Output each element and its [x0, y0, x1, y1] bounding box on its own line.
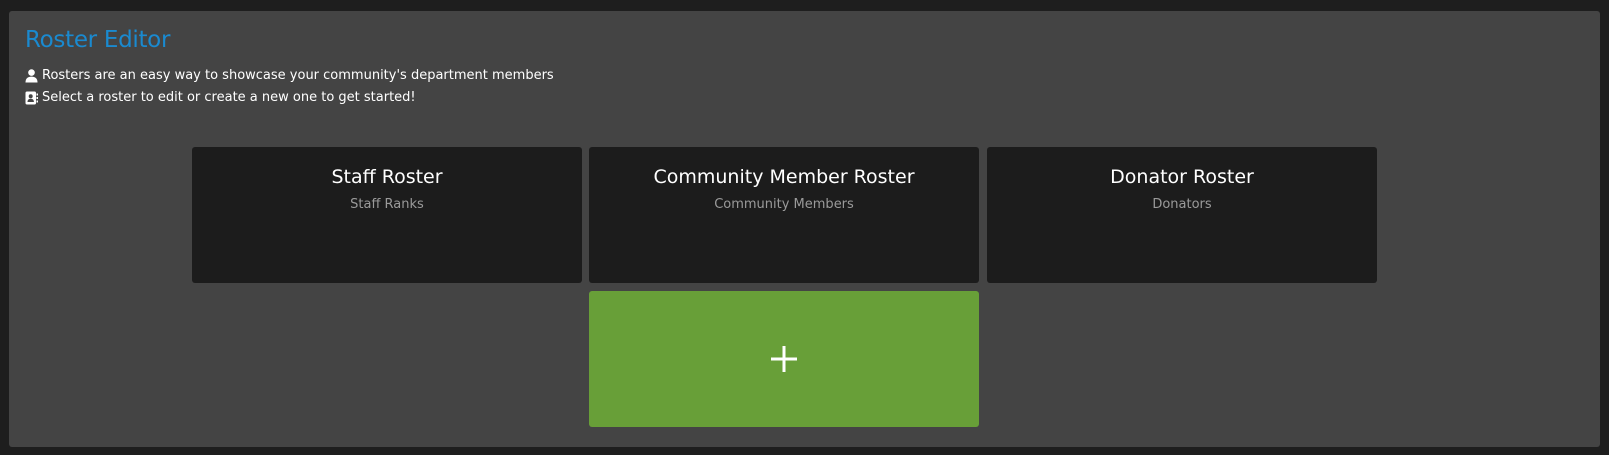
address-book-icon — [25, 91, 38, 105]
roster-subtitle: Staff Ranks — [350, 197, 424, 212]
roster-title: Community Member Roster — [653, 166, 915, 188]
info-line-rosters: Rosters are an easy way to showcase your… — [25, 68, 554, 83]
page-title: Roster Editor — [25, 27, 171, 53]
info-text-rosters: Rosters are an easy way to showcase your… — [42, 68, 554, 83]
roster-subtitle: Community Members — [714, 197, 854, 212]
roster-title: Staff Roster — [331, 166, 443, 188]
add-roster-button[interactable] — [589, 291, 979, 427]
roster-card-community-member[interactable]: Community Member Roster Community Member… — [589, 147, 979, 283]
roster-title: Donator Roster — [1110, 166, 1254, 188]
info-text-select: Select a roster to edit or create a new … — [42, 90, 416, 105]
roster-subtitle: Donators — [1152, 197, 1212, 212]
plus-icon — [771, 346, 797, 372]
roster-card-donator[interactable]: Donator Roster Donators — [987, 147, 1377, 283]
roster-card-staff[interactable]: Staff Roster Staff Ranks — [192, 147, 582, 283]
user-icon — [25, 68, 38, 83]
roster-editor-panel: Roster Editor Rosters are an easy way to… — [9, 11, 1600, 447]
info-line-select: Select a roster to edit or create a new … — [25, 90, 416, 105]
